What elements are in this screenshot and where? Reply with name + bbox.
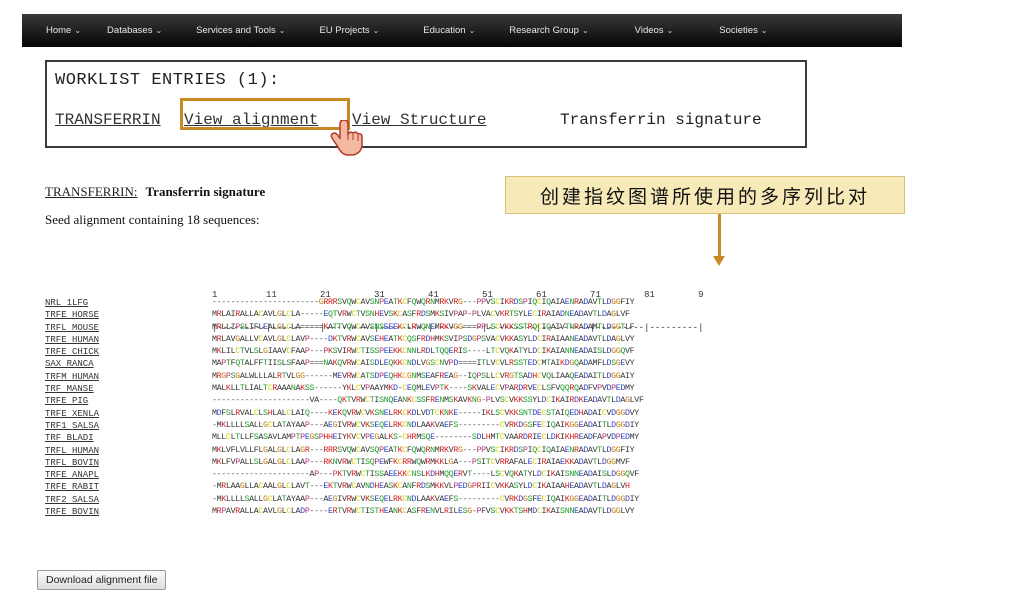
alignment-row: TRFE BOVIN MRPAVRALLACAVLGLCLADP----ERTVR… — [45, 506, 644, 518]
sequence-residues: MAPTFQTALFFTIISLSFAAP===NAKQVRWCAISDLEQK… — [212, 359, 635, 369]
callout-arrow-head — [713, 256, 725, 266]
sequence-residues: -MRLAAGLLACAALGLCLAVT---EKTVRWCAVNDHEASK… — [212, 482, 630, 492]
nav-item-label: Research Group — [509, 25, 579, 36]
alignment-row: TRFE ANAPL ---------------------AP---PKTV… — [45, 469, 644, 481]
chevron-down-icon: ⌄ — [468, 26, 476, 35]
sequence-name-link[interactable]: TRFL HUMAN — [45, 445, 212, 457]
sequence-residues: -MKLLLLSALLGCLATAYAAP---AEGIVRWCVKSEQELR… — [212, 420, 639, 430]
sequence-residues: -----------------------GRRRSVQWCAVSNPEAT… — [212, 298, 635, 307]
sequence-name-link[interactable]: TRFE CHICK — [45, 346, 212, 358]
alignment-row: TRFE PIG ---------------------VA----QKTVR… — [45, 395, 644, 407]
download-alignment-button[interactable]: Download alignment file — [37, 570, 167, 590]
chevron-down-icon: ⌄ — [666, 26, 674, 35]
top-nav-bar: Home ⌄ Databases ⌄ Services and Tools ⌄ EU Pro… — [22, 14, 902, 47]
alignment-row: TRFE CHICK MKLILCTVLSLGIAAVCFAAP---PKSVIR… — [45, 346, 644, 358]
alignment-table: NRL 1LFG -----------------------GRRRSVQWC… — [45, 297, 644, 518]
worklist-signature: Transferrin signature — [560, 111, 762, 129]
chevron-down-icon: ⌄ — [74, 26, 82, 35]
sequence-residues: MALKLLTLIALTCRAAANAKSS------YKLCVPAAYMKD… — [212, 384, 635, 394]
sequence-name-link[interactable]: TRFE ANAPL — [45, 469, 212, 481]
nav-item-label: Home — [46, 25, 72, 36]
alignment-row: TRFE HUMAN MRLAVGALLVCAVLGLCLAVP----DKTVR… — [45, 334, 644, 346]
sequence-name-link[interactable]: TRF BLADI — [45, 432, 212, 444]
family-signature: Transferrin signature — [145, 184, 266, 199]
nav-item-label: Societies — [719, 25, 758, 36]
nav-item-home[interactable]: Home ⌄ — [46, 25, 81, 36]
sequence-name-link[interactable]: TRF MANSE — [45, 383, 212, 395]
nav-item-videos[interactable]: Videos ⌄ — [635, 25, 674, 36]
sequence-residues: MRLAIRALLACAVLGLCLA-----EQTVRWCTVSNHEVSK… — [212, 310, 630, 320]
view-alignment-highlight — [180, 98, 350, 130]
chevron-down-icon: ⌄ — [278, 26, 286, 35]
nav-item-label: Services and Tools — [196, 25, 276, 36]
sequence-name-link[interactable]: TRFE XENLA — [45, 408, 212, 420]
sequence-residues: MLLCLTLLFSASAVLAMPTPEGSPHHEIYKVCVPEGALKS… — [212, 433, 639, 443]
sequence-residues: ---------------------VA----QKTVRWCTISNQE… — [212, 396, 644, 406]
sequence-residues: -MKLLLLSALLGCLATAYAAP---AEGIVRWCVKSEQELR… — [212, 494, 639, 504]
sequence-residues: MRLLIPSLIFLEALGLCLA=====KATTVQWCAVSNSEEE… — [212, 322, 635, 332]
sequence-name-link[interactable]: TRFE PIG — [45, 395, 212, 407]
alignment-row: TRF MANSE MALKLLTLIALTCRAAANAKSS------YKL… — [45, 383, 644, 395]
nav-item-services-and-tools[interactable]: Services and Tools ⌄ — [196, 25, 285, 36]
worklist-entry-link[interactable]: TRANSFERRIN — [55, 111, 161, 129]
sequence-name-link[interactable]: TRFE RABIT — [45, 481, 212, 493]
sequence-name-link[interactable]: TRFE HORSE — [45, 309, 212, 321]
view-structure-link[interactable]: View Structure — [352, 111, 486, 129]
alignment-row: TRFL HUMAN MKLVFLVLLFLGALGLCLAGR---RRRSVQ… — [45, 445, 644, 457]
worklist-panel: WORKLIST ENTRIES (1): TRANSFERRIN View a… — [45, 60, 807, 148]
seed-alignment-caption: Seed alignment containing 18 sequences: — [45, 212, 260, 227]
chevron-down-icon: ⌄ — [760, 26, 768, 35]
chevron-down-icon: ⌄ — [581, 26, 589, 35]
alignment-row: TRFL MOUSE MRLLIPSLIFLEALGLCLA=====KATTVQ… — [45, 322, 644, 334]
alignment-row: TRFE XENLA MDFSLRVALCLSHLALCLAIQ----KEKQV… — [45, 408, 644, 420]
alignment-row: TRFE RABIT -MRLAAGLLACAALGLCLAVT---EKTVRW… — [45, 481, 644, 493]
sequence-name-link[interactable]: TRF1 SALSA — [45, 420, 212, 432]
sequence-residues: MDFSLRVALCLSHLALCLAIQ----KEKQVRWCVKSNELR… — [212, 408, 639, 418]
chevron-down-icon: ⌄ — [372, 26, 380, 35]
alignment-row: TRFM HUMAN MRGPSGALWLLLALRTVLGG------MEVR… — [45, 371, 644, 383]
sequence-residues: ---------------------AP---PKTVRWCTISSAEE… — [212, 470, 639, 480]
sequence-residues: MRGPSGALWLLLALRTVLGG------MEVRWCATSDPEQH… — [212, 371, 635, 381]
callout-arrow-line — [718, 214, 721, 258]
sequence-residues: MKLFVPALLSLGALGLCLAAP---RKNVRWCTISQPEWFK… — [212, 457, 630, 467]
sequence-residues: MKLVFLVLLFLGALGLCLAGR---RRRSVQWCAVSQPEAT… — [212, 445, 635, 455]
chevron-down-icon: ⌄ — [155, 26, 163, 35]
nav-item-databases[interactable]: Databases ⌄ — [107, 25, 162, 36]
family-heading: TRANSFERRIN: Transferrin signature — [45, 184, 265, 200]
alignment-row: TRF BLADI MLLCLTLLFSASAVLAMPTPEGSPHHEIYKV… — [45, 432, 644, 444]
sequence-residues: MRLAVGALLVCAVLGLCLAVP----DKTVRWCAVSEHEAT… — [212, 334, 635, 344]
nav-item-label: Videos — [634, 25, 664, 36]
nav-item-label: Education — [423, 25, 466, 36]
family-name-link[interactable]: TRANSFERRIN: — [45, 184, 137, 199]
sequence-name-link[interactable]: TRFL BOVIN — [45, 457, 212, 469]
nav-item-label: EU Projects — [319, 25, 370, 36]
alignment-row: TRF2 SALSA -MKLLLLSALLGCLATAYAAP---AEGIVR… — [45, 494, 644, 506]
nav-item-label: Databases — [107, 25, 153, 36]
worklist-title: WORKLIST ENTRIES (1): — [55, 71, 280, 90]
sequence-name-link[interactable]: TRFE HUMAN — [45, 334, 212, 346]
sequence-name-link[interactable]: TRF2 SALSA — [45, 494, 212, 506]
alignment-row: TRFL BOVIN MKLFVPALLSLGALGLCLAAP---RKNVRW… — [45, 457, 644, 469]
sequence-residues: MKLILCTVLSLGIAAVCFAAP---PKSVIRWCTISSPEEK… — [212, 347, 635, 357]
nav-item-education[interactable]: Education ⌄ — [423, 25, 475, 36]
sequence-name-link[interactable]: TRFM HUMAN — [45, 371, 212, 383]
sequence-name-link[interactable]: NRL 1LFG — [45, 297, 212, 309]
alignment-row: TRF1 SALSA -MKLLLLSALLGCLATAYAAP---AEGIVR… — [45, 420, 644, 432]
nav-item-research-group[interactable]: Research Group ⌄ — [509, 25, 588, 36]
sequence-name-link[interactable]: TRFE BOVIN — [45, 506, 212, 518]
annotation-callout: 创建指纹图谱所使用的多序列比对 — [505, 176, 905, 214]
alignment-row: SAX RANCA MAPTFQTALFFTIISLSFAAP===NAKQVRW… — [45, 358, 644, 370]
sequence-name-link[interactable]: SAX RANCA — [45, 358, 212, 370]
pointer-hand-icon — [330, 120, 363, 156]
nav-item-eu-projects[interactable]: EU Projects ⌄ — [319, 25, 379, 36]
sequence-residues: MRPAVRALLACAVLGLCLADP----ERTVRWCTISTHEAN… — [212, 507, 635, 517]
alignment-row: NRL 1LFG -----------------------GRRRSVQWC… — [45, 297, 644, 309]
sequence-name-link[interactable]: TRFL MOUSE — [45, 322, 212, 334]
alignment-row: TRFE HORSE MRLAIRALLACAVLGLCLA-----EQTVRW… — [45, 309, 644, 321]
nav-item-societies[interactable]: Societies ⌄ — [719, 25, 767, 36]
